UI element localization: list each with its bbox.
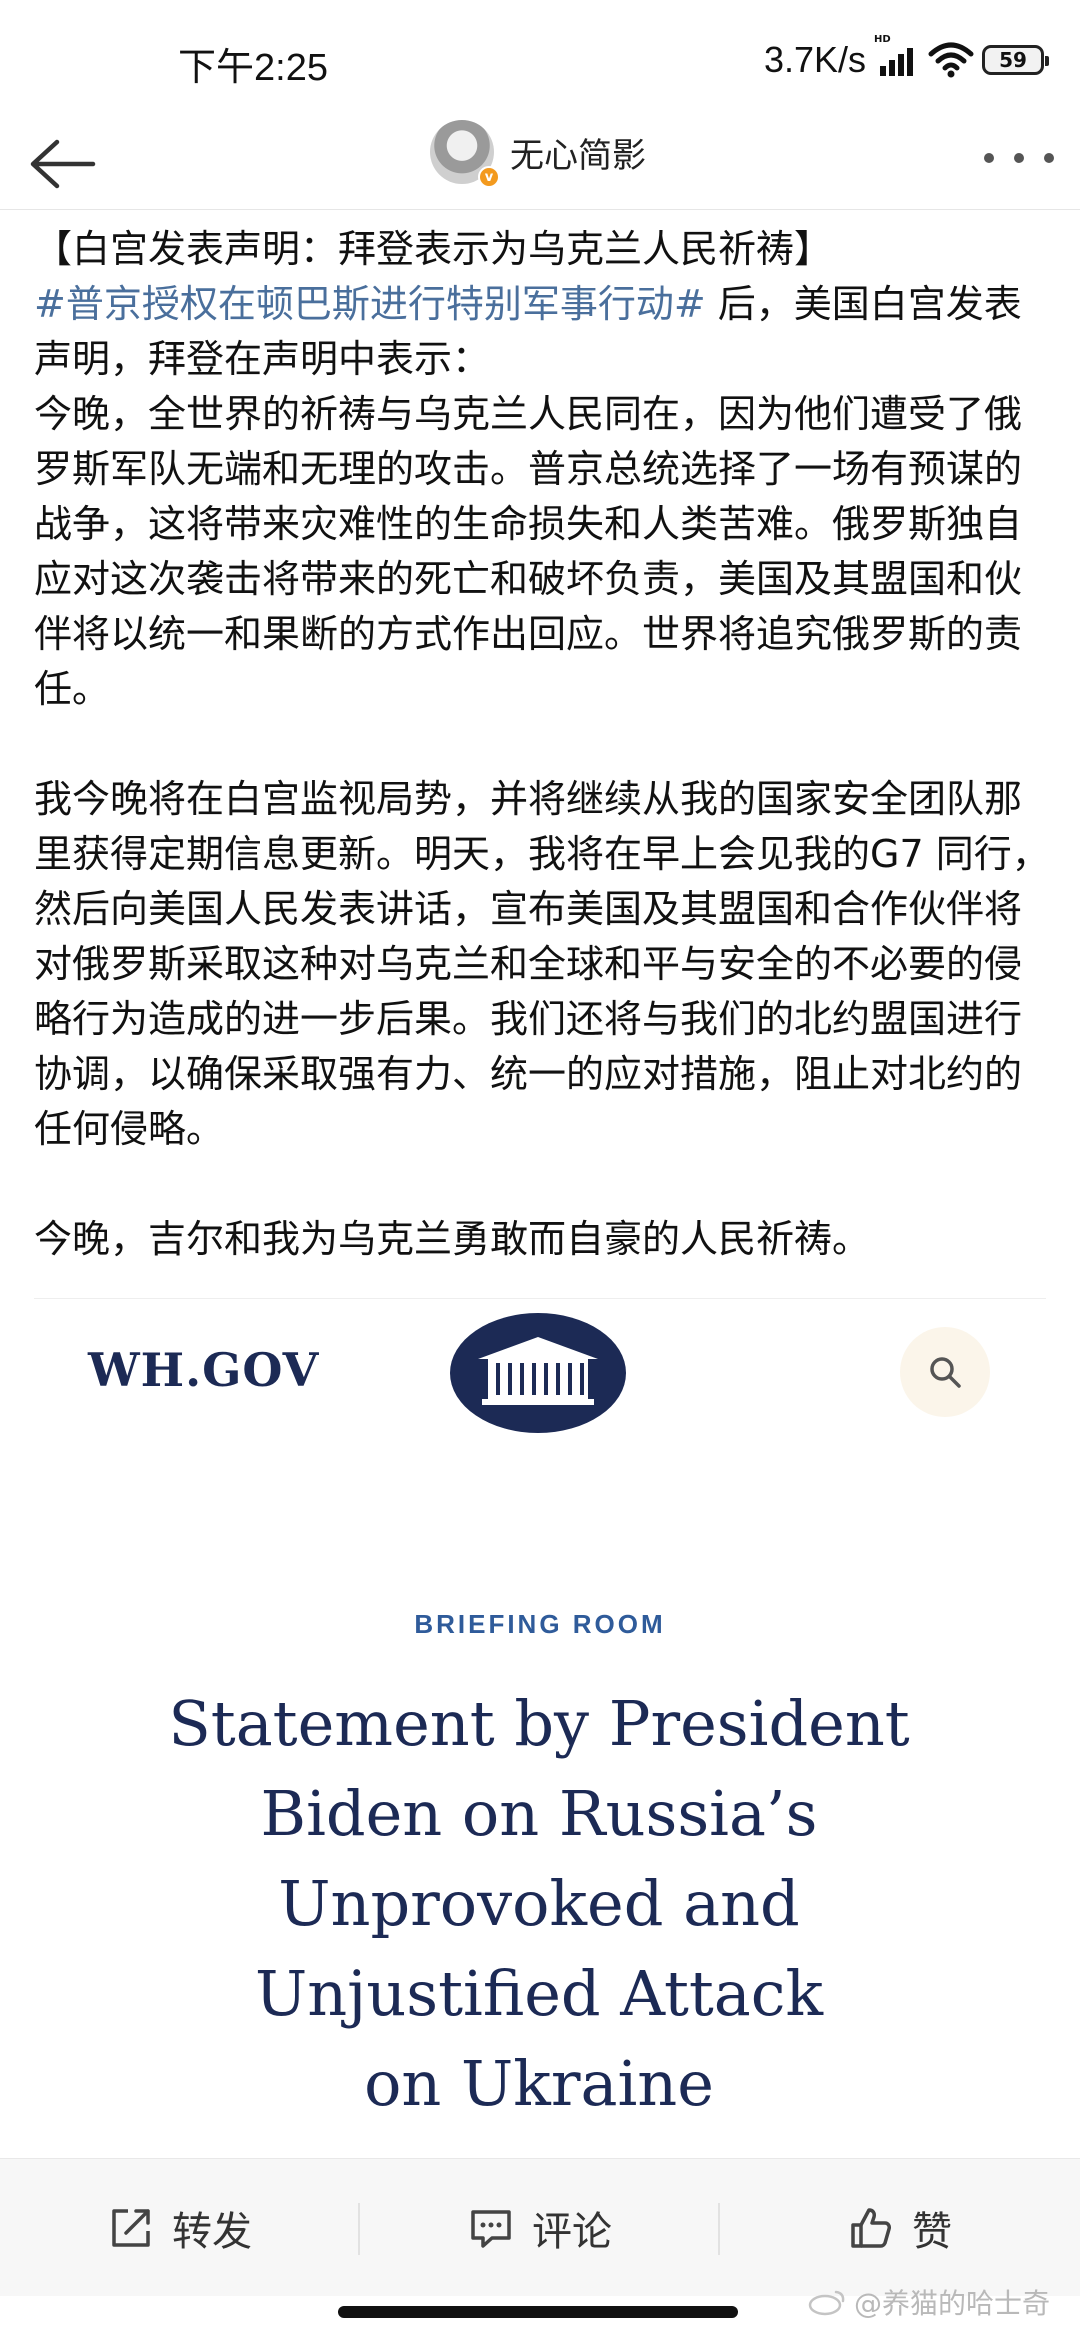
arrow-left-icon [30, 139, 96, 189]
status-bar: 下午2:25 3.7K/s HD 59 [0, 0, 1080, 120]
home-indicator[interactable] [338, 2306, 738, 2318]
more-dot-icon [1014, 153, 1024, 163]
white-house-seal-icon [450, 1313, 626, 1433]
wh-gov-logo: WH.GOV [88, 1343, 320, 1397]
back-button[interactable] [24, 126, 100, 202]
signal-icon: HD [874, 34, 920, 80]
comment-button[interactable]: 评论 [360, 2159, 720, 2297]
repost-button[interactable]: 转发 [0, 2159, 360, 2297]
more-dot-icon [984, 153, 994, 163]
repost-label: 转发 [172, 2209, 252, 2255]
battery-icon: 59 [982, 45, 1049, 75]
wifi-icon [928, 42, 974, 78]
watermark: @养猫的哈士奇 [808, 2282, 1050, 2322]
embed-header: WH.GOV [34, 1299, 1046, 1449]
search-icon [930, 1357, 961, 1388]
verified-badge-icon: v [478, 166, 500, 188]
status-time: 下午2:25 [178, 47, 328, 89]
post-paragraph-1: 今晚，全世界的祈祷与乌克兰人民同在，因为他们遭受了俄罗斯军队无端和无理的攻击。普… [34, 392, 1023, 711]
avatar[interactable]: v [430, 120, 500, 188]
nav-username[interactable]: 无心简影 [510, 128, 646, 177]
hashtag-link[interactable]: #普京授权在顿巴斯进行特别军事行动# [34, 282, 706, 326]
more-button[interactable] [984, 138, 1054, 178]
post-image[interactable]: WH.GOV BRIEFING ROOM Statement by Presid… [34, 1298, 1046, 2158]
statement-title-line: Unjustified Attack [254, 1957, 824, 2030]
hd-label: HD [874, 34, 891, 45]
post-body: 【白宫发表声明：拜登表示为乌克兰人民祈祷】 #普京授权在顿巴斯进行特别军事行动#… [34, 222, 1050, 1267]
watermark-text: @养猫的哈士奇 [853, 2287, 1050, 2320]
statement-title-line: Biden on Russia’s [260, 1777, 818, 1850]
more-dot-icon [1044, 153, 1054, 163]
nav-bar: v 无心简影 [0, 120, 1080, 210]
bottom-action-bar: 转发 评论 赞 [0, 2158, 1080, 2296]
network-speed: 3.7K/s [763, 39, 866, 80]
statement-title-line: Unprovoked and [278, 1867, 800, 1940]
post-intro: #普京授权在顿巴斯进行特别军事行动# 后，美国白宫发表声明，拜登在声明中表示： [34, 277, 1050, 387]
briefing-room-label: BRIEFING ROOM [414, 1609, 666, 1639]
status-icons: 3.7K/s HD 59 [763, 34, 1049, 84]
share-icon [112, 2209, 150, 2247]
statement-title: Statement by President Biden on Russia’s… [94, 1679, 984, 2129]
thumbs-up-icon [851, 2208, 891, 2248]
post-paragraph-3: 今晚，吉尔和我为乌克兰勇敢而自豪的人民祈祷。 [34, 1217, 871, 1261]
like-button[interactable]: 赞 [720, 2159, 1080, 2297]
post-paragraph-2: 我今晚将在白宫监视局势，并将继续从我的国家安全团队那里获得定期信息更新。明天，我… [34, 777, 1050, 1151]
comment-icon [471, 2210, 511, 2248]
weibo-logo-icon [808, 2290, 845, 2316]
statement-title-line: Statement by President [168, 1687, 910, 1760]
comment-label: 评论 [532, 2209, 612, 2255]
statement-title-line: on Ukraine [364, 2047, 714, 2120]
like-label: 赞 [912, 2209, 952, 2255]
post-title: 【白宫发表声明：拜登表示为乌克兰人民祈祷】 [34, 227, 833, 271]
embed-search-button [900, 1327, 990, 1417]
battery-level: 59 [999, 48, 1027, 72]
